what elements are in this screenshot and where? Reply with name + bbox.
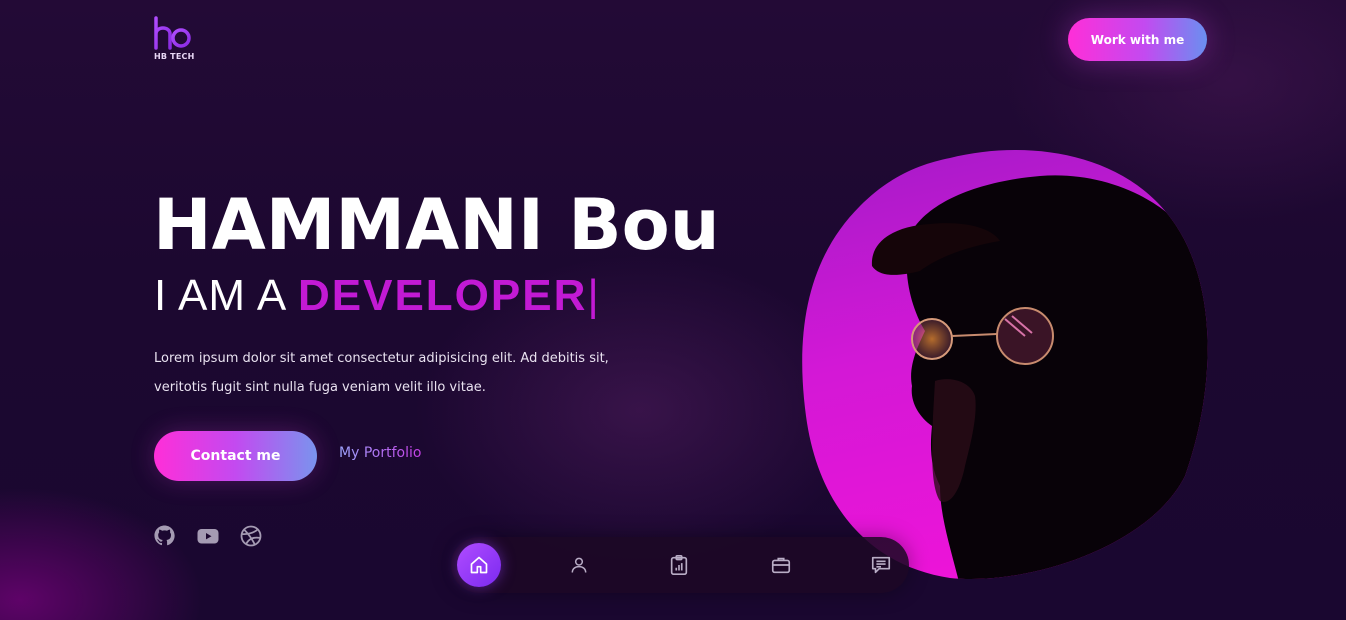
github-icon[interactable]	[153, 524, 177, 548]
hero-name: HAMMANI Bou	[153, 184, 720, 266]
briefcase-icon	[771, 557, 791, 574]
hero-role: I AM A DEVELOPER|	[154, 270, 600, 322]
hero-description: Lorem ipsum dolor sit amet consectetur a…	[154, 351, 609, 395]
dribbble-icon[interactable]	[239, 524, 263, 548]
role-prefix: I AM A	[154, 271, 285, 320]
work-with-me-button[interactable]: Work with me	[1068, 18, 1207, 61]
nav-contact[interactable]	[859, 543, 903, 587]
nav-skills[interactable]	[657, 543, 701, 587]
nav-about[interactable]	[557, 543, 601, 587]
message-icon	[871, 556, 891, 574]
role-word: DEVELOPER	[297, 271, 588, 320]
user-icon	[571, 557, 587, 573]
bottom-navigation	[451, 537, 909, 593]
contact-me-button[interactable]: Contact me	[154, 431, 317, 481]
logo-text: HB TECH	[154, 52, 195, 61]
nav-portfolio[interactable]	[759, 543, 803, 587]
youtube-icon[interactable]	[196, 524, 220, 548]
my-portfolio-link[interactable]: My Portfolio	[339, 445, 421, 461]
nav-home[interactable]	[457, 543, 501, 587]
typing-cursor: |	[587, 271, 600, 320]
brand-logo[interactable]: HB TECH	[152, 16, 212, 66]
hb-logo-icon	[154, 16, 191, 50]
profile-portrait	[802, 150, 1208, 580]
clipboard-chart-icon	[670, 555, 688, 575]
home-icon	[470, 556, 488, 574]
